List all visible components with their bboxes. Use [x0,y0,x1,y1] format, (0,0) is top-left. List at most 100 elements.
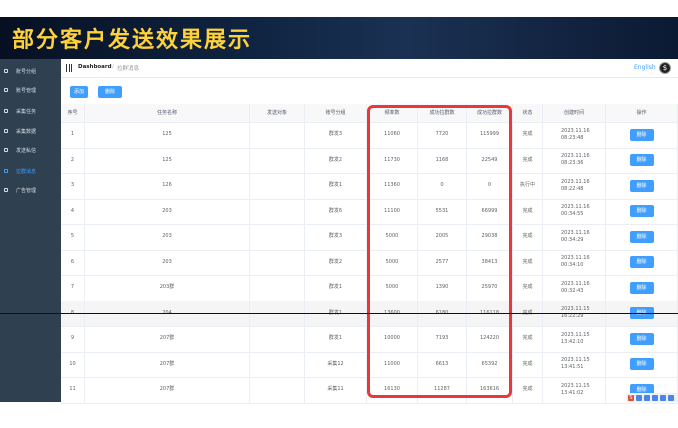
cell-index: 3 [61,173,85,199]
cell-status: 完成 [513,198,543,224]
delete-button[interactable]: 删除 [98,86,122,98]
cell-group: 群发1 [305,173,367,199]
cell-action: 删除 [606,147,678,173]
row-delete-button[interactable]: 删除 [629,179,654,192]
ime-emoji-icon[interactable] [636,394,642,401]
sidebar-item-label: 采集数据 [16,128,37,135]
cell-task-name: 203 [85,224,250,250]
cell-index: 9 [61,326,85,352]
cell-target [250,147,305,173]
cell-group: 群发2 [305,249,367,275]
cell-created-time: 2023.11.16 00:34:10 [543,249,606,275]
hamburger-menu-icon[interactable] [66,64,72,72]
banner-title: 部分客户发送效果展示 [12,28,253,53]
cell-created-time: 2023.11.16 08:22:48 [543,173,606,199]
gear-icon [4,109,8,113]
cell-status: 完成 [513,377,543,403]
promo-banner: 部分客户发送效果展示 [0,17,678,59]
cell-index: 1 [61,122,85,148]
sidebar-item[interactable]: 拉群消息 [0,164,61,178]
cell-created-time: 2023.11.15 13:42:10 [543,326,606,352]
sidebar-item[interactable]: 采集任务 [0,104,61,118]
row-delete-button[interactable]: 删除 [629,281,654,294]
cell-action: 删除 [606,198,678,224]
row-delete-button[interactable]: 删除 [629,256,654,269]
cell-created-time: 2023.11.16 00:32:43 [543,275,606,301]
sidebar-item-label: 广告管理 [16,187,37,194]
row-delete-button[interactable]: 删除 [629,154,654,167]
cell-status: 完成 [513,275,543,301]
cell-action: 删除 [606,224,678,250]
breadcrumb-home[interactable]: Dashboard [78,64,112,70]
cell-action: 删除 [606,122,678,148]
column-header: 发送对象 [250,104,305,122]
column-header: 账号分组 [305,104,367,122]
row-delete-button[interactable]: 删除 [629,230,654,243]
row-delete-button[interactable]: 删除 [629,358,654,371]
user-icon [4,69,8,73]
sidebar-item-label: 账号管理 [16,87,37,94]
cell-target [250,326,305,352]
cell-group: 群发6 [305,198,367,224]
sidebar-item[interactable]: 广告管理 [0,183,61,197]
language-switch-link[interactable]: English [634,64,656,71]
ime-skin-icon[interactable] [660,394,666,401]
cell-created-time: 2023.11.16 08:23:36 [543,147,606,173]
cell-action: 删除 [606,351,678,377]
cell-created-time: 2023.11.16 00:34:29 [543,224,606,250]
cell-created-time: 2023.11.16 00:34:55 [543,198,606,224]
column-header: 序号 [61,104,85,122]
cell-target [250,122,305,148]
breadcrumb-current: 拉群消息 [117,66,140,72]
cell-group: 采集12 [305,351,367,377]
cell-index: 11 [61,377,85,403]
add-button[interactable]: 添加 [70,86,88,98]
cell-task-name: 203 [85,198,250,224]
cell-status: 完成 [513,326,543,352]
sidebar-item[interactable]: 账号管理 [0,83,61,97]
sidebar-item[interactable]: 账号分组 [0,64,61,78]
cell-action: 删除 [606,326,678,352]
cell-status: 完成 [513,122,543,148]
ime-toolbar[interactable]: S [626,393,678,402]
cell-index: 2 [61,147,85,173]
cell-target [250,275,305,301]
gear-icon [4,148,8,152]
cell-task-name: 125 [85,122,250,148]
sidebar-item-label: 采集任务 [16,108,37,115]
ime-settings-icon[interactable] [668,394,674,401]
cell-status: 完成 [513,224,543,250]
cell-group: 采集11 [305,377,367,403]
cell-task-name: 125 [85,147,250,173]
sidebar-item[interactable]: 采集数据 [0,124,61,138]
cell-task-name: 203群 [85,275,250,301]
sidebar: 账号分组账号管理采集任务采集数据发送私信拉群消息广告管理 [0,59,61,402]
cell-task-name: 207群 [85,377,250,403]
ime-mic-icon[interactable] [644,394,650,401]
cell-target [250,173,305,199]
cell-target [250,377,305,403]
top-header: Dashboard / 拉群消息 English $ [61,59,678,78]
cell-status: 完成 [513,147,543,173]
ime-logo-icon[interactable]: S [628,394,634,401]
cell-group: 群发3 [305,224,367,250]
cell-task-name: 207群 [85,326,250,352]
row-delete-button[interactable]: 删除 [629,205,654,218]
cell-action: 删除 [606,249,678,275]
cell-index: 4 [61,198,85,224]
row-delete-button[interactable]: 删除 [629,332,654,345]
cell-created-time: 2023.11.15 13:41:02 [543,377,606,403]
ime-keyboard-icon[interactable] [652,394,658,401]
column-header: 创建时间 [543,104,606,122]
column-header: 操作 [606,104,678,122]
cell-created-time: 2023.11.15 13:41:51 [543,351,606,377]
cell-index: 7 [61,275,85,301]
sidebar-item[interactable]: 发送私信 [0,143,61,157]
cell-target [250,351,305,377]
row-delete-button[interactable]: 删除 [629,128,654,141]
gear-icon [4,188,8,192]
avatar[interactable]: $ [659,62,671,74]
cell-index: 6 [61,249,85,275]
cell-task-name: 126 [85,173,250,199]
cell-task-name: 203 [85,249,250,275]
